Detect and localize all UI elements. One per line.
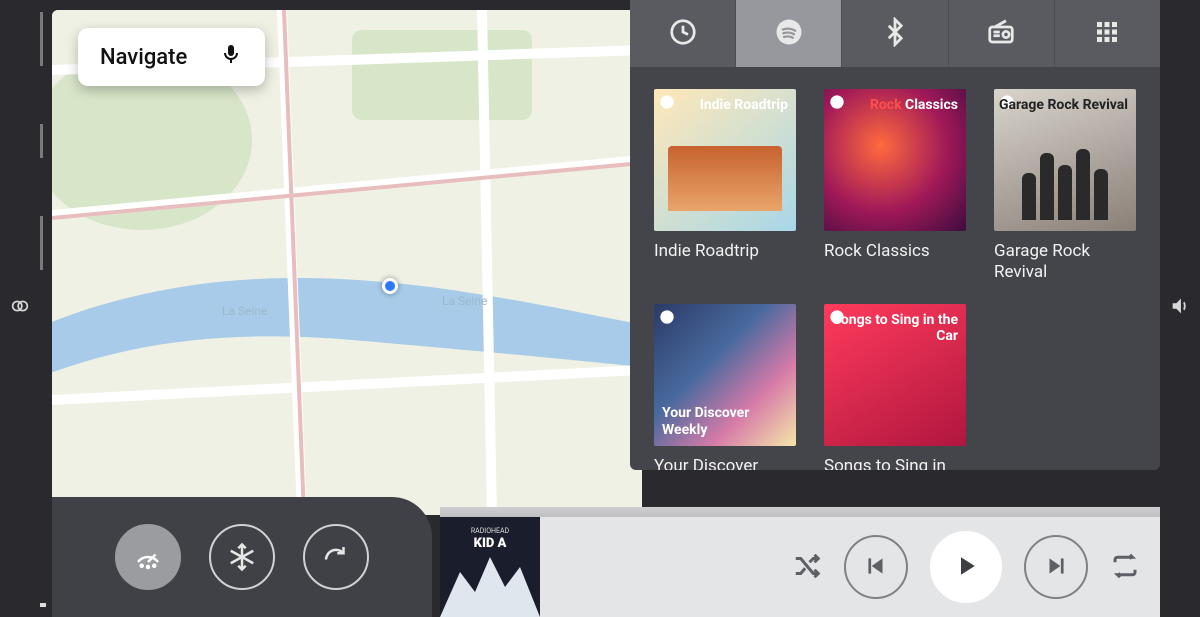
shuffle-button[interactable] [792, 551, 822, 584]
play-button[interactable] [930, 531, 1002, 603]
next-button[interactable] [1024, 535, 1088, 599]
playlist-title: Songs to Sing in the Car [824, 456, 966, 470]
tab-radio[interactable] [949, 0, 1055, 67]
ac-button[interactable] [209, 524, 275, 590]
playlist-title: Your Discover Weekly [654, 456, 796, 470]
playlists-grid: Indie Roadtrip Indie Roadtrip Rock Class… [630, 67, 1160, 470]
cover-text: Garage Rock Revival [999, 97, 1128, 113]
left-rail [0, 0, 40, 617]
playlist-title: Garage Rock Revival [994, 241, 1136, 284]
wiper-icon [133, 542, 163, 572]
snowflake-icon [227, 542, 257, 572]
navigate-label: Navigate [100, 45, 187, 70]
right-rail [1160, 0, 1200, 617]
now-playing-cover[interactable]: RADIOHEAD KID A [440, 517, 540, 617]
volume-icon[interactable] [1169, 295, 1191, 322]
nowplaying-trim [440, 507, 1160, 517]
repeat-button[interactable] [1110, 551, 1140, 584]
svg-text:La Seine: La Seine [442, 294, 487, 308]
clock-icon [668, 17, 698, 51]
skip-forward-icon [1043, 553, 1069, 582]
spotify-icon [774, 17, 804, 51]
svg-text:RADIOHEAD: RADIOHEAD [471, 527, 510, 535]
playlist-item[interactable]: Rock Classics Rock Classics [824, 89, 966, 284]
playlist-item[interactable]: Your Discover Weekly Your Discover Weekl… [654, 304, 796, 470]
playlist-cover: Garage Rock Revival [994, 89, 1136, 231]
music-panel: Indie Roadtrip Indie Roadtrip Rock Class… [630, 0, 1160, 470]
tab-bluetooth[interactable] [842, 0, 948, 67]
tab-spotify[interactable] [736, 0, 842, 67]
playlist-cover: Your Discover Weekly [654, 304, 796, 446]
cover-text: Songs to Sing in the Car [824, 312, 958, 344]
playlist-item[interactable]: Indie Roadtrip Indie Roadtrip [654, 89, 796, 284]
tab-apps[interactable] [1055, 0, 1160, 67]
playlist-item[interactable]: Garage Rock Revival Garage Rock Revival [994, 89, 1136, 284]
map-view[interactable]: La Seine La Seine Navigate [52, 10, 642, 515]
tab-recent[interactable] [630, 0, 736, 67]
playlist-cover: Indie Roadtrip [654, 89, 796, 231]
play-icon [951, 551, 981, 584]
wiper-button[interactable] [115, 524, 181, 590]
climate-icon[interactable] [9, 295, 31, 322]
repeat-icon [1110, 551, 1140, 584]
vehicle-controls-bar [52, 497, 432, 617]
cover-text: Your Discover Weekly [662, 405, 796, 437]
playlist-cover: Songs to Sing in the Car [824, 304, 966, 446]
playlist-item[interactable]: Songs to Sing in the Car Songs to Sing i… [824, 304, 966, 470]
shuffle-icon [792, 551, 822, 584]
playlist-title: Indie Roadtrip [654, 241, 796, 262]
recirculate-button[interactable] [303, 524, 369, 590]
music-source-tabs [630, 0, 1160, 67]
cover-text: Indie Roadtrip [700, 97, 788, 113]
svg-text:KID A: KID A [474, 536, 507, 551]
microphone-icon[interactable] [219, 42, 243, 72]
playlist-title: Rock Classics [824, 241, 966, 262]
navigate-button[interactable]: Navigate [78, 28, 265, 86]
skip-back-icon [863, 553, 889, 582]
recirculate-icon [321, 542, 351, 572]
playlist-cover: Rock Classics [824, 89, 966, 231]
now-playing-bar: RADIOHEAD KID A [440, 517, 1160, 617]
previous-button[interactable] [844, 535, 908, 599]
bluetooth-icon [880, 17, 910, 51]
user-location-dot [382, 278, 398, 294]
apps-grid-icon [1092, 17, 1122, 51]
radio-icon [986, 17, 1016, 51]
svg-text:La Seine: La Seine [222, 304, 267, 318]
cover-text: Rock Classics [870, 97, 958, 113]
